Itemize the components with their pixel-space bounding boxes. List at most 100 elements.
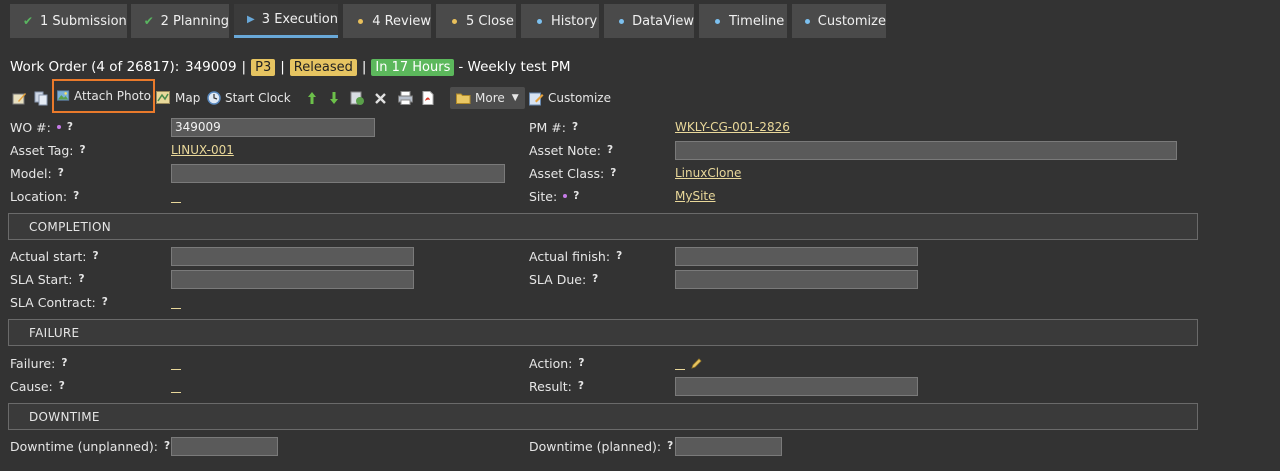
completion-section-header[interactable]: COMPLETION <box>8 213 1198 240</box>
toolbar: Attach Photo Map Start Clock More ▼ Cust… <box>10 79 630 113</box>
tab-label: 3 Execution <box>261 12 338 27</box>
help-icon[interactable]: ? <box>164 440 170 452</box>
check-icon: ✔ <box>22 14 34 28</box>
sla-contract-empty-link[interactable] <box>171 308 181 309</box>
refresh-icon[interactable] <box>350 86 365 110</box>
work-order-number: 349009 <box>185 59 237 75</box>
dot-blue-icon <box>804 18 812 24</box>
chevron-down-icon: ▼ <box>511 93 519 103</box>
more-dropdown[interactable]: More ▼ <box>450 87 525 109</box>
asset-tag-link[interactable]: LINUX-001 <box>171 143 234 157</box>
edit-icon[interactable] <box>12 86 27 110</box>
help-icon[interactable]: ? <box>67 121 73 133</box>
play-icon: ▶ <box>247 14 255 25</box>
failure-section-header[interactable]: FAILURE <box>8 319 1198 346</box>
tab-dataview[interactable]: DataView <box>604 4 694 38</box>
tab-label: Timeline <box>729 13 785 29</box>
help-icon[interactable]: ? <box>80 144 86 156</box>
failure-empty-link[interactable] <box>171 369 181 370</box>
pm-number-link[interactable]: WKLY-CG-001-2826 <box>675 120 790 134</box>
tab-timeline[interactable]: Timeline <box>699 4 787 38</box>
dot-blue-icon <box>533 18 545 24</box>
start-clock-button[interactable]: Start Clock <box>207 86 291 110</box>
required-dot-icon <box>56 125 61 129</box>
downtime-planned-input[interactable] <box>675 437 782 456</box>
tab-planning[interactable]: ✔ 2 Planning <box>131 4 229 38</box>
clock-icon <box>207 91 221 105</box>
section-title: DOWNTIME <box>29 409 100 424</box>
attach-photo-button[interactable]: Attach Photo <box>52 79 155 113</box>
asset-class-link[interactable]: LinuxClone <box>675 166 741 180</box>
result-input[interactable] <box>675 377 918 396</box>
help-icon[interactable]: ? <box>78 273 84 285</box>
actual-start-label: Actual start: ? <box>10 248 99 264</box>
action-empty-link[interactable] <box>675 369 685 370</box>
model-input[interactable] <box>171 164 505 183</box>
help-icon[interactable]: ? <box>610 167 616 179</box>
tab-close[interactable]: 5 Close <box>436 4 516 38</box>
separator: | <box>280 59 285 75</box>
asset-tag-label: Asset Tag: ? <box>10 142 86 158</box>
folder-icon <box>456 93 471 104</box>
sla-due-input[interactable] <box>675 270 918 289</box>
failure-label: Failure: ? <box>10 355 68 371</box>
downtime-unplanned-label: Downtime (unplanned): ? <box>10 438 171 454</box>
tab-execution[interactable]: ▶ 3 Execution <box>234 4 338 38</box>
help-icon[interactable]: ? <box>572 121 578 133</box>
result-label: Result: ? <box>529 378 584 394</box>
help-icon[interactable]: ? <box>102 296 108 308</box>
print-icon[interactable] <box>398 86 413 110</box>
help-icon[interactable]: ? <box>578 357 584 369</box>
asset-note-label: Asset Note: ? <box>529 142 614 158</box>
cause-empty-link[interactable] <box>171 392 181 393</box>
copy-icon[interactable] <box>34 86 49 110</box>
location-empty-link[interactable] <box>171 202 181 203</box>
help-icon[interactable]: ? <box>61 357 67 369</box>
help-icon[interactable]: ? <box>592 273 598 285</box>
tab-history[interactable]: History <box>521 4 599 38</box>
tab-review[interactable]: 4 Review <box>343 4 431 38</box>
separator: | <box>361 59 367 75</box>
pdf-icon[interactable] <box>422 86 434 110</box>
arrow-up-icon[interactable] <box>306 86 318 110</box>
help-icon[interactable]: ? <box>667 440 673 452</box>
dot-yellow-icon <box>355 18 366 24</box>
downtime-unplanned-input[interactable] <box>171 437 278 456</box>
help-icon[interactable]: ? <box>607 144 613 156</box>
sla-start-input[interactable] <box>171 270 414 289</box>
help-icon[interactable]: ? <box>59 380 65 392</box>
help-icon[interactable]: ? <box>616 250 622 262</box>
wo-number-input[interactable]: 349009 <box>171 118 375 137</box>
map-button[interactable]: Map <box>156 86 200 110</box>
downtime-planned-label: Downtime (planned): ? <box>529 438 674 454</box>
downtime-section-header[interactable]: DOWNTIME <box>8 403 1198 430</box>
sla-start-label: SLA Start: ? <box>10 271 85 287</box>
tab-customize[interactable]: Customize <box>792 4 886 38</box>
tab-label: Customize <box>817 13 886 29</box>
site-link[interactable]: MySite <box>675 189 716 203</box>
help-icon[interactable]: ? <box>92 250 98 262</box>
asset-note-input[interactable] <box>675 141 1177 160</box>
delete-icon[interactable] <box>374 86 387 110</box>
customize-icon <box>529 92 544 105</box>
arrow-down-icon[interactable] <box>328 86 340 110</box>
due-badge: In 17 Hours <box>371 58 455 76</box>
pencil-icon[interactable] <box>691 357 703 372</box>
attach-photo-label: Attach Photo <box>73 89 151 103</box>
section-title: COMPLETION <box>29 219 111 234</box>
cause-label: Cause: ? <box>10 378 65 394</box>
work-order-header: Work Order (4 of 26817): 349009 | P3 | R… <box>10 58 571 76</box>
sla-contract-label: SLA Contract: ? <box>10 294 108 310</box>
action-label: Action: ? <box>529 355 585 371</box>
help-icon[interactable]: ? <box>58 167 64 179</box>
help-icon[interactable]: ? <box>73 190 79 202</box>
tab-submission[interactable]: ✔ 1 Submission <box>10 4 127 38</box>
help-icon[interactable]: ? <box>578 380 584 392</box>
actual-start-input[interactable] <box>171 247 414 266</box>
help-icon[interactable]: ? <box>573 190 579 202</box>
sla-due-label: SLA Due: ? <box>529 271 599 287</box>
actual-finish-input[interactable] <box>675 247 918 266</box>
model-label: Model: ? <box>10 165 64 181</box>
customize-button[interactable]: Customize <box>529 86 611 110</box>
more-label: More <box>475 91 505 105</box>
